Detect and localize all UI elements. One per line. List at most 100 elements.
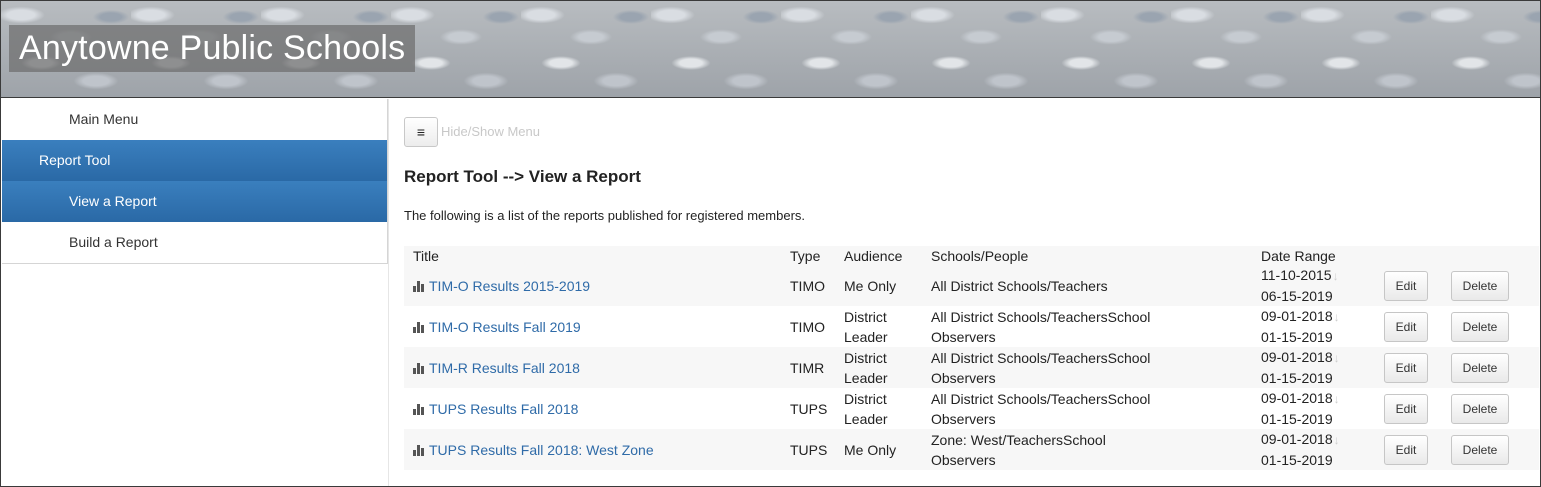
delete-button[interactable]: Delete: [1451, 352, 1509, 383]
date-range-cell: 11-10-2015↓ 06-15-2019: [1261, 265, 1384, 306]
schools-line-2: Observers: [931, 328, 996, 345]
bar-chart-icon: [413, 403, 425, 415]
schools-line-1: All District Schools/TeachersSchool: [931, 390, 1151, 407]
table-row: TUPS Results Fall 2018 TUPS District Lead…: [404, 388, 1539, 429]
sidebar-item-view-report[interactable]: View a Report: [2, 181, 387, 222]
delete-button[interactable]: Delete: [1451, 311, 1509, 342]
header-banner: Anytowne Public Schools: [1, 1, 1540, 98]
column-header-type[interactable]: Type: [790, 246, 844, 265]
edit-button[interactable]: Edit: [1384, 352, 1428, 383]
title-cell: TUPS Results Fall 2018: West Zone: [404, 429, 790, 470]
site-title: Anytowne Public Schools: [9, 25, 416, 72]
report-link[interactable]: TIM-O Results 2015-2019: [429, 278, 590, 294]
delete-cell: Delete: [1451, 265, 1539, 306]
sidebar-item-report-tool[interactable]: Report Tool: [2, 140, 387, 181]
edit-cell: Edit: [1384, 265, 1451, 306]
delete-cell: Delete: [1451, 347, 1539, 388]
title-cell: TUPS Results Fall 2018: [404, 388, 790, 429]
sidebar: Main Menu Report Tool View a Report Buil…: [2, 99, 388, 264]
edit-cell: Edit: [1384, 306, 1451, 347]
audience-line-1: District: [844, 390, 887, 407]
type-cell: TIMR: [790, 347, 844, 388]
audience-line-2: Leader: [844, 410, 888, 427]
title-cell: TIM-O Results 2015-2019: [404, 265, 790, 306]
date-start: 09-01-2018: [1261, 390, 1333, 406]
audience-line-1: District: [844, 349, 887, 366]
bar-chart-icon: [413, 444, 425, 456]
audience-line-2: Leader: [844, 369, 888, 386]
audience-cell: Me Only: [844, 429, 931, 470]
report-link[interactable]: TUPS Results Fall 2018: West Zone: [429, 442, 654, 458]
intro-text: The following is a list of the reports p…: [404, 208, 806, 223]
audience-cell: District Leader: [844, 388, 931, 429]
date-start: 11-10-2015: [1261, 267, 1332, 283]
type-cell: TUPS: [790, 388, 844, 429]
type-cell: TIMO: [790, 265, 844, 306]
date-start: 09-01-2018: [1261, 431, 1333, 447]
column-header-audience[interactable]: Audience: [844, 246, 931, 265]
type-cell: TIMO: [790, 306, 844, 347]
report-link[interactable]: TIM-O Results Fall 2019: [429, 319, 581, 335]
schools-line-2: Observers: [931, 369, 996, 386]
table-row: TIM-R Results Fall 2018 TIMR District Lea…: [404, 347, 1539, 388]
schools-cell: All District Schools/Teachers: [931, 265, 1261, 306]
delete-button[interactable]: Delete: [1451, 434, 1509, 465]
title-cell: TIM-R Results Fall 2018: [404, 347, 790, 388]
date-range-cell: 09-01-2018↓ 01-15-2019: [1261, 429, 1384, 470]
column-header-delete: [1451, 246, 1539, 265]
date-end: 01-15-2019: [1261, 370, 1333, 386]
audience-line-1: District: [844, 308, 887, 325]
schools-line-1: Zone: West/TeachersSchool: [931, 431, 1106, 448]
date-end: 01-15-2019: [1261, 329, 1333, 345]
schools-cell: Zone: West/TeachersSchool Observers: [931, 429, 1261, 470]
audience-line-2: Leader: [844, 328, 888, 345]
schools-cell: All District Schools/TeachersSchool Obser…: [931, 306, 1261, 347]
edit-button[interactable]: Edit: [1384, 393, 1428, 424]
report-link[interactable]: TUPS Results Fall 2018: [429, 401, 578, 417]
sort-down-icon: ↓: [1333, 433, 1340, 447]
audience-line-1: Me Only: [844, 441, 897, 458]
bar-chart-icon: [413, 280, 425, 292]
audience-cell: District Leader: [844, 347, 931, 388]
type-cell: TUPS: [790, 429, 844, 470]
edit-cell: Edit: [1384, 347, 1451, 388]
date-end: 01-15-2019: [1261, 411, 1333, 427]
app-frame: Anytowne Public Schools Main Menu Report…: [0, 0, 1541, 487]
title-cell: TIM-O Results Fall 2019: [404, 306, 790, 347]
report-link[interactable]: TIM-R Results Fall 2018: [429, 360, 580, 376]
table-row: TIM-O Results Fall 2019 TIMO District Lea…: [404, 306, 1539, 347]
audience-cell: Me Only: [844, 265, 931, 306]
sidebar-divider: [388, 99, 389, 486]
bar-chart-icon: [413, 321, 425, 333]
audience-cell: District Leader: [844, 306, 931, 347]
edit-button[interactable]: Edit: [1384, 311, 1428, 342]
delete-cell: Delete: [1451, 306, 1539, 347]
schools-line-1: All District Schools/TeachersSchool: [931, 308, 1151, 325]
date-start: 09-01-2018: [1261, 349, 1333, 365]
schools-cell: All District Schools/TeachersSchool Obser…: [931, 388, 1261, 429]
delete-button[interactable]: Delete: [1451, 393, 1509, 424]
delete-cell: Delete: [1451, 429, 1539, 470]
sidebar-item-main-menu[interactable]: Main Menu: [2, 99, 387, 140]
sort-down-icon: ↓: [1333, 310, 1340, 324]
sidebar-item-build-report[interactable]: Build a Report: [2, 222, 387, 263]
column-header-date-range[interactable]: Date Range: [1261, 246, 1384, 265]
bar-chart-icon: [413, 362, 425, 374]
table-row: TUPS Results Fall 2018: West Zone TUPS M…: [404, 429, 1539, 470]
column-header-edit: [1384, 246, 1451, 265]
delete-cell: Delete: [1451, 388, 1539, 429]
edit-cell: Edit: [1384, 429, 1451, 470]
audience-line-1: Me Only: [844, 277, 897, 294]
schools-line-2: Observers: [931, 410, 996, 427]
edit-button[interactable]: Edit: [1384, 270, 1428, 301]
hamburger-icon[interactable]: ≡: [404, 117, 438, 147]
date-start: 09-01-2018: [1261, 308, 1333, 324]
reports-table: Title Type Audience Schools/People Date …: [404, 246, 1539, 470]
table-row: TIM-O Results 2015-2019 TIMO Me Only All…: [404, 265, 1539, 306]
delete-button[interactable]: Delete: [1451, 270, 1509, 301]
sort-down-icon: ↓: [1333, 392, 1340, 406]
column-header-title[interactable]: Title: [404, 246, 790, 265]
edit-button[interactable]: Edit: [1384, 434, 1428, 465]
column-header-schools[interactable]: Schools/People: [931, 246, 1261, 265]
toggle-menu-label[interactable]: Hide/Show Menu: [441, 124, 540, 139]
